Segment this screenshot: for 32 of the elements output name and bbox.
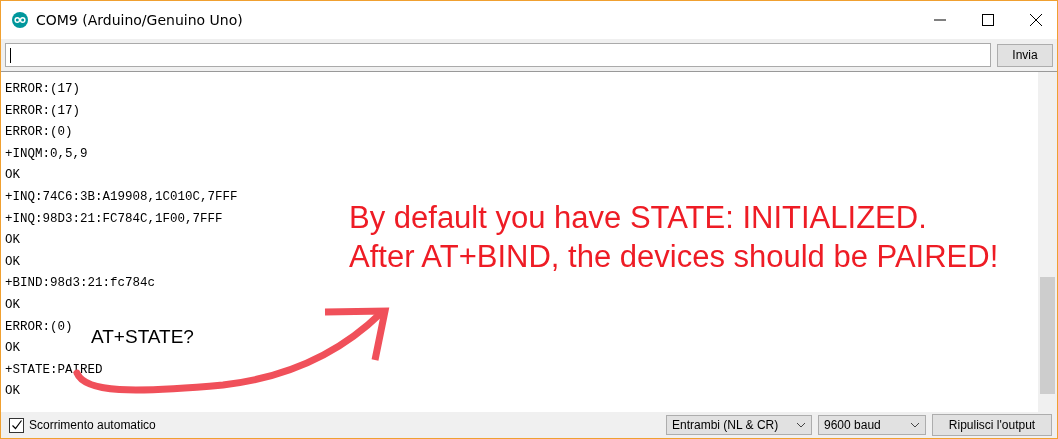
chevron-down-icon <box>910 422 920 428</box>
chevron-down-icon <box>796 422 806 428</box>
output-line: +INQ:74C6:3B:A19908,1C010C,7FFF <box>5 188 238 206</box>
output-line: +INQM:0,5,9 <box>5 145 88 163</box>
autoscroll-checkbox[interactable]: Scorrimento automatico <box>9 417 156 433</box>
maximize-icon[interactable] <box>981 13 995 27</box>
window-title: COM9 (Arduino/Genuino Uno) <box>36 12 243 28</box>
scrollbar[interactable] <box>1038 72 1057 412</box>
annotation-label: AT+STATE? <box>91 326 194 348</box>
output-line: +BIND:98d3:21:fc784c <box>5 275 156 293</box>
close-icon[interactable] <box>1029 13 1043 27</box>
line-ending-dropdown[interactable]: Entrambi (NL & CR) <box>666 415 812 435</box>
baud-rate-dropdown[interactable]: 9600 baud <box>818 415 926 435</box>
output-line: OK <box>5 167 20 185</box>
checkmark-icon <box>10 419 23 431</box>
output-line: ERROR:(0) <box>5 124 73 142</box>
send-field[interactable] <box>5 43 991 67</box>
annotation-text: By default you have STATE: INITIALIZED. <box>349 199 927 237</box>
output-line: OK <box>5 232 20 250</box>
clear-output-button[interactable]: Ripulisci l'output <box>932 414 1052 436</box>
annotation-text: After AT+BIND, the devices should be PAIRED! <box>349 238 999 276</box>
output-line: OK <box>5 383 20 401</box>
output-line: OK <box>5 253 20 271</box>
output-line: OK <box>5 340 20 358</box>
output-line: ERROR:(17) <box>5 102 80 120</box>
output-line: ERROR:(0) <box>5 318 73 336</box>
output-line: ERROR:(17) <box>5 81 80 98</box>
send-button[interactable]: Invia <box>997 43 1053 67</box>
output-line: +STATE:PAIRED <box>5 361 103 379</box>
output-line: +INQ:98D3:21:FC784C,1F00,7FFF <box>5 210 223 228</box>
output-line: OK <box>5 296 20 314</box>
app-logo-icon <box>12 12 28 28</box>
